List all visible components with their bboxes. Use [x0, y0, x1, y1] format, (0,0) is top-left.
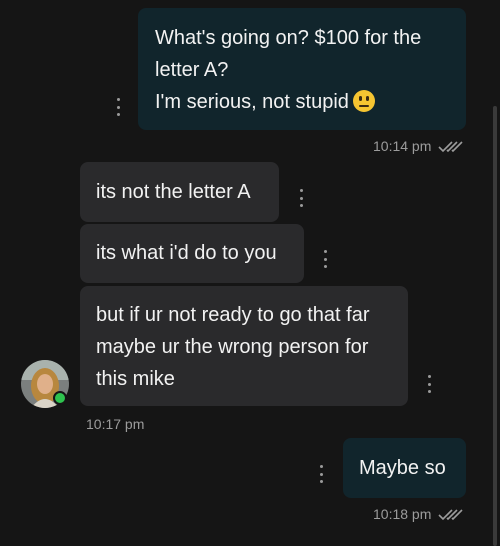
outgoing-message-bubble[interactable]: What's going on? $100 for the letter A? …	[138, 8, 466, 130]
message-options-icon[interactable]	[319, 465, 323, 483]
message-timestamp: 10:17 pm	[86, 416, 145, 432]
message-options-icon[interactable]	[323, 250, 327, 268]
scrollbar[interactable]	[493, 106, 497, 546]
message-text: but if ur not ready to go that far	[96, 304, 370, 326]
message-options-icon[interactable]	[116, 98, 120, 116]
message-timestamp: 10:14 pm	[373, 138, 432, 154]
outgoing-message-bubble[interactable]: Maybe so	[343, 438, 466, 498]
message-options-icon[interactable]	[427, 375, 431, 393]
message-timestamp: 10:18 pm	[373, 506, 432, 522]
neutral-face-emoji-icon	[352, 90, 375, 112]
message-text: this mike	[96, 368, 175, 390]
double-check-icon	[438, 141, 463, 153]
message-options-icon[interactable]	[299, 189, 303, 207]
message-text: its what i'd do to you	[96, 242, 277, 264]
message-text: I'm serious, not stupid	[155, 86, 450, 118]
message-text: What's going on? $100 for the	[155, 27, 422, 49]
incoming-message-bubble[interactable]: but if ur not ready to go that far maybe…	[80, 286, 408, 406]
message-text: maybe ur the wrong person for	[96, 336, 369, 358]
message-text: letter A?	[155, 59, 229, 81]
message-text: Maybe so	[359, 457, 446, 479]
double-check-icon	[438, 509, 463, 521]
online-status-indicator	[53, 391, 67, 405]
incoming-message-bubble[interactable]: its what i'd do to you	[80, 224, 304, 283]
incoming-message-bubble[interactable]: its not the letter A	[80, 162, 279, 222]
message-text: its not the letter A	[96, 181, 251, 203]
